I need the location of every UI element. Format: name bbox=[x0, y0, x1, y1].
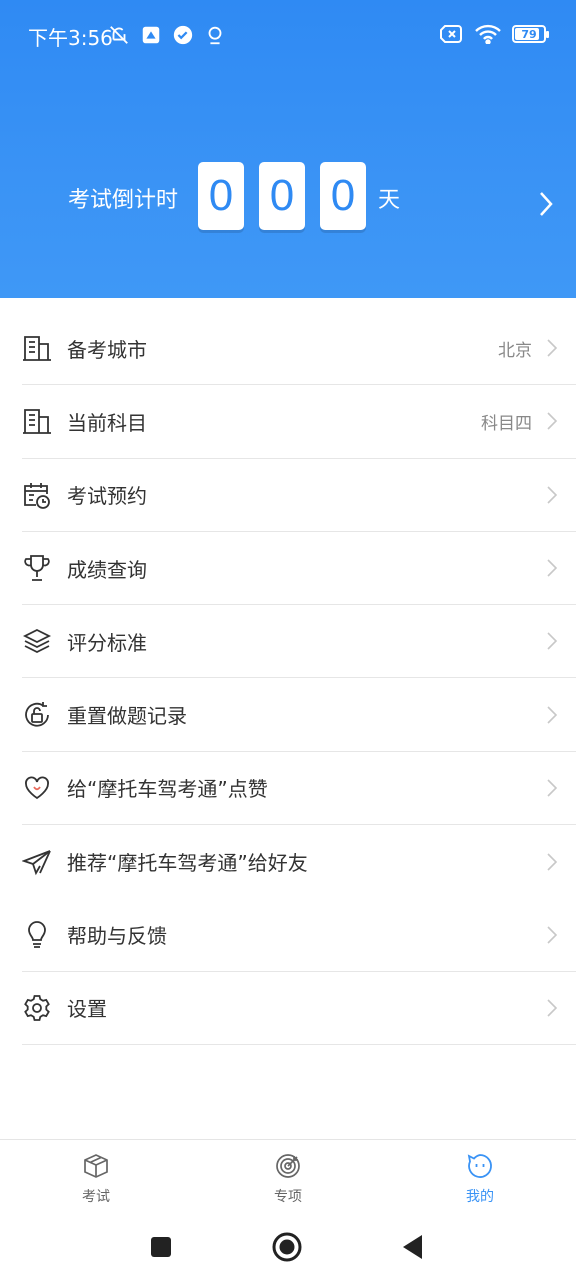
menu-item-reset-records[interactable]: 重置做题记录 bbox=[22, 678, 576, 752]
battery-indicator: 79 bbox=[512, 25, 549, 43]
status-bar: 下午3:56 79 bbox=[0, 0, 576, 72]
tab-label: 我的 bbox=[466, 1189, 494, 1205]
chevron-right-icon bbox=[547, 999, 558, 1017]
chevron-right-icon bbox=[547, 632, 558, 650]
exam-countdown[interactable]: 考试倒计时 0 0 0 天 bbox=[0, 160, 576, 232]
back-button[interactable] bbox=[396, 1231, 428, 1263]
menu-item-exam-city[interactable]: 备考城市 北京 bbox=[22, 312, 576, 386]
target-icon bbox=[276, 1154, 300, 1178]
gear-icon bbox=[22, 993, 52, 1023]
chevron-right-icon bbox=[547, 486, 558, 504]
no-sim-icon bbox=[440, 25, 462, 43]
home-circle-icon bbox=[272, 1232, 302, 1262]
tab-exam[interactable]: 考试 bbox=[66, 1152, 126, 1206]
menu-item-label: 推荐“摩托车驾考通”给好友 bbox=[67, 851, 308, 876]
countdown-digit: 0 bbox=[259, 162, 305, 230]
menu-item-like-app[interactable]: 给“摩托车驾考通”点赞 bbox=[22, 752, 576, 826]
heart-icon bbox=[22, 773, 52, 803]
building-icon bbox=[22, 406, 52, 436]
tab-label: 专项 bbox=[274, 1189, 302, 1205]
bottom-tab-bar: 考试 专项 我的 bbox=[0, 1139, 576, 1213]
tab-label: 考试 bbox=[82, 1189, 110, 1205]
tab-special[interactable]: 专项 bbox=[258, 1152, 318, 1206]
box-icon bbox=[84, 1154, 108, 1178]
menu-item-label: 备考城市 bbox=[67, 337, 147, 362]
countdown-digit: 0 bbox=[320, 162, 366, 230]
chevron-right-icon bbox=[547, 779, 558, 797]
home-button[interactable] bbox=[271, 1231, 303, 1263]
battery-level: 79 bbox=[521, 27, 537, 41]
menu-item-label: 评分标准 bbox=[67, 630, 147, 655]
check-badge-icon bbox=[173, 25, 193, 45]
countdown-label: 考试倒计时 bbox=[68, 188, 179, 213]
status-time: 下午3:56 bbox=[28, 26, 113, 50]
menu-item-value: 科目四 bbox=[481, 413, 532, 434]
location-icon bbox=[208, 26, 222, 45]
menu-item-value: 北京 bbox=[498, 340, 532, 361]
chevron-right-icon bbox=[547, 853, 558, 871]
lightbulb-icon bbox=[22, 920, 52, 950]
header-scallop-edge bbox=[0, 292, 576, 304]
reset-lock-icon bbox=[22, 700, 52, 730]
app-notification-icon bbox=[142, 26, 160, 44]
smiley-icon bbox=[467, 1154, 492, 1178]
chevron-right-icon bbox=[547, 339, 558, 357]
layers-icon bbox=[22, 626, 52, 656]
chevron-right-icon[interactable] bbox=[538, 190, 554, 218]
square-icon bbox=[151, 1237, 171, 1257]
menu-item-help-feedback[interactable]: 帮助与反馈 bbox=[22, 898, 576, 972]
chevron-right-icon bbox=[547, 706, 558, 724]
header-banner: 下午3:56 79 考试倒计时 0 0 0 天 bbox=[0, 0, 576, 298]
recents-button[interactable] bbox=[145, 1231, 177, 1263]
countdown-digit: 0 bbox=[198, 162, 244, 230]
chevron-right-icon bbox=[547, 925, 558, 944]
back-triangle-icon bbox=[403, 1235, 422, 1259]
trophy-icon bbox=[22, 553, 52, 583]
menu-item-scoring-standard[interactable]: 评分标准 bbox=[22, 605, 576, 679]
menu-item-settings[interactable]: 设置 bbox=[22, 972, 576, 1045]
wifi-icon bbox=[475, 24, 501, 44]
building-icon bbox=[22, 333, 52, 363]
chevron-right-icon bbox=[547, 412, 558, 431]
menu-item-label: 成绩查询 bbox=[67, 557, 147, 582]
countdown-unit: 天 bbox=[378, 188, 401, 213]
menu-item-recommend-friends[interactable]: 推荐“摩托车驾考通”给好友 bbox=[22, 825, 576, 898]
menu-item-exam-booking[interactable]: 考试预约 bbox=[22, 459, 576, 532]
menu-item-label: 帮助与反馈 bbox=[67, 924, 167, 949]
mute-bell-icon bbox=[110, 26, 128, 44]
menu-item-score-query[interactable]: 成绩查询 bbox=[22, 532, 576, 606]
system-nav-bar bbox=[0, 1213, 576, 1280]
menu-item-label: 设置 bbox=[67, 997, 107, 1022]
paper-plane-icon bbox=[22, 847, 52, 877]
menu-item-current-subject[interactable]: 当前科目 科目四 bbox=[22, 385, 576, 459]
menu-item-label: 给“摩托车驾考通”点赞 bbox=[67, 777, 268, 802]
tab-mine[interactable]: 我的 bbox=[450, 1152, 510, 1206]
menu-item-label: 当前科目 bbox=[67, 410, 147, 435]
menu-item-label: 重置做题记录 bbox=[67, 704, 187, 729]
settings-menu: 备考城市 北京 当前科目 科目四 考试预约 成绩查询 评分标准 重置做题记录 给… bbox=[0, 312, 576, 1045]
chevron-right-icon bbox=[547, 559, 558, 577]
calendar-clock-icon bbox=[22, 480, 52, 510]
menu-item-label: 考试预约 bbox=[67, 484, 147, 509]
